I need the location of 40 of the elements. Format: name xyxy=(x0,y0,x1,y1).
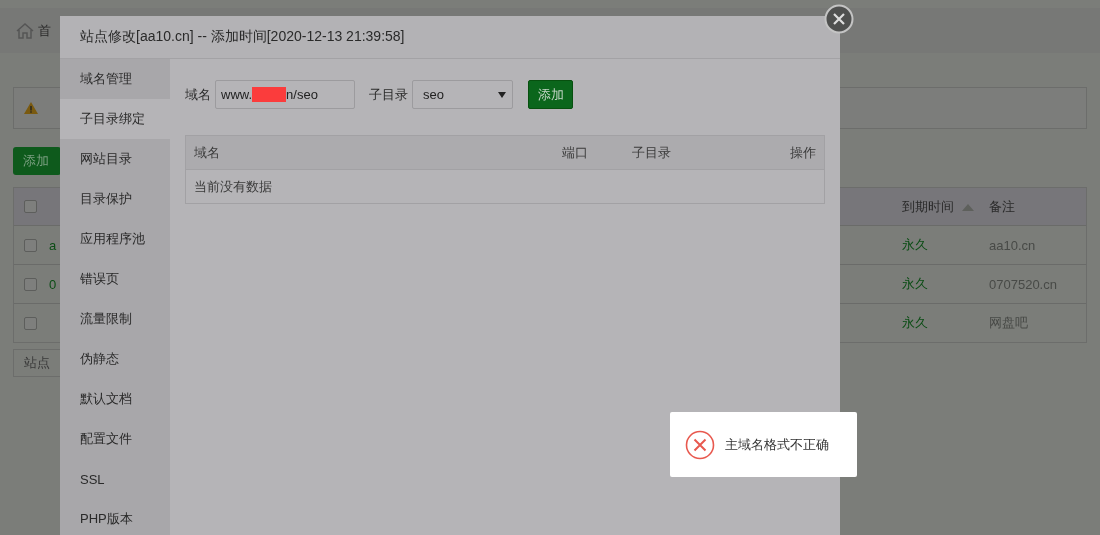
empty-message: 当前没有数据 xyxy=(194,177,273,196)
field-label: 域名 xyxy=(185,85,211,104)
sidebar-tab[interactable]: 伪静态 xyxy=(60,339,170,379)
error-icon xyxy=(685,429,715,460)
column-header: 子目录 xyxy=(632,143,672,162)
table-cell-text: 永久 xyxy=(902,275,929,293)
footer-text: 站点 xyxy=(24,354,50,372)
column-header: 端口 xyxy=(562,143,589,162)
sidebar-tab[interactable]: 流量限制 xyxy=(60,299,170,339)
sidebar-tab[interactable]: 子目录绑定 xyxy=(60,99,170,139)
domain-input-field[interactable]: www. n/seo xyxy=(215,80,355,109)
breadcrumb[interactable]: 首 xyxy=(38,21,51,40)
sidebar-tab[interactable]: PHP版本 xyxy=(60,499,170,535)
caret-icon xyxy=(498,91,506,98)
sidebar-tab[interactable]: 域名管理 xyxy=(60,59,170,99)
column-header: 域名 xyxy=(194,143,221,162)
table-cell-text: 永久 xyxy=(902,314,929,332)
sidebar-tab[interactable]: 配置文件 xyxy=(60,419,170,459)
checkbox[interactable] xyxy=(24,277,37,291)
column-header: 到期时间 xyxy=(902,198,954,214)
checkbox[interactable] xyxy=(24,316,37,330)
sidebar-tab[interactable]: 网站目录 xyxy=(60,139,170,179)
sidebar-tab[interactable]: SSL xyxy=(60,459,170,499)
add-button[interactable]: 添加 xyxy=(528,80,573,109)
column-header: 备注 xyxy=(989,198,1015,214)
toast-message: 主域名格式不正确 xyxy=(725,435,829,454)
table-cell-text: 永久 xyxy=(902,236,929,254)
sidebar-tab[interactable]: 错误页 xyxy=(60,259,170,299)
checkbox[interactable] xyxy=(24,200,37,213)
sidebar-tab[interactable]: 应用程序池 xyxy=(60,219,170,259)
field-label: 子目录 xyxy=(369,85,408,104)
close-icon[interactable] xyxy=(824,4,854,34)
home-icon[interactable] xyxy=(16,22,34,39)
subdirectory-select[interactable]: seo xyxy=(412,80,513,109)
sidebar-tab[interactable]: 默认文档 xyxy=(60,379,170,419)
column-header: 操作 xyxy=(790,143,816,162)
warning-icon xyxy=(24,102,38,114)
sort-up-icon[interactable] xyxy=(962,203,974,211)
checkbox[interactable] xyxy=(24,238,37,252)
sidebar-tab[interactable]: 目录保护 xyxy=(60,179,170,219)
